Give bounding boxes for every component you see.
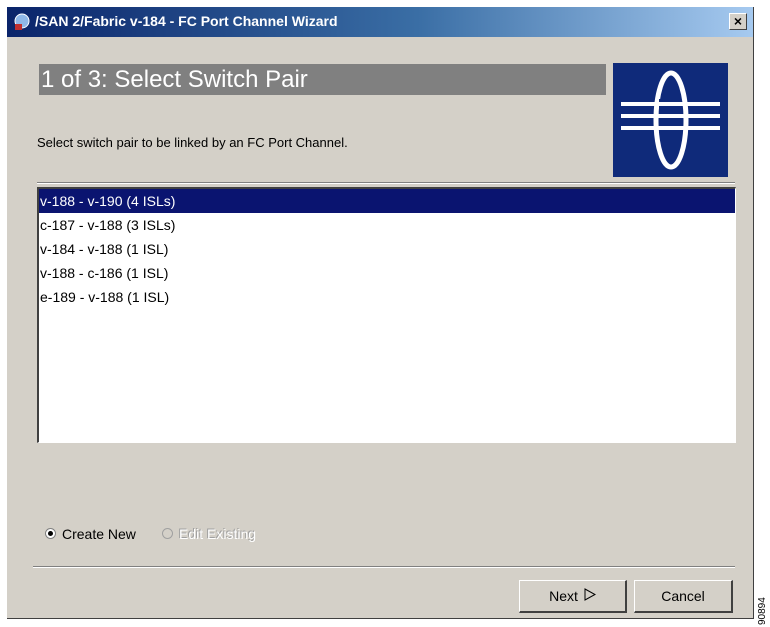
footer-separator	[33, 566, 735, 568]
radio-selected-icon	[45, 528, 56, 539]
cancel-label: Cancel	[661, 588, 705, 604]
edit-existing-label: Edit Existing	[179, 526, 257, 542]
radio-unselected-icon	[162, 528, 173, 539]
switch-pair-item[interactable]: e-189 - v-188 (1 ISL)	[39, 285, 735, 309]
step-title: 1 of 3: Select Switch Pair	[39, 64, 606, 95]
next-arrow-icon	[584, 581, 596, 611]
create-new-label: Create New	[62, 526, 136, 542]
switch-pair-item[interactable]: c-187 - v-188 (3 ISLs)	[39, 213, 735, 237]
close-button[interactable]: ×	[729, 13, 747, 30]
figure-id: 90894	[757, 597, 768, 625]
cancel-button[interactable]: Cancel	[634, 580, 733, 613]
instructions-text: Select switch pair to be linked by an FC…	[37, 135, 348, 150]
switch-pair-item[interactable]: v-184 - v-188 (1 ISL)	[39, 237, 735, 261]
wizard-window: /SAN 2/Fabric v-184 - FC Port Channel Wi…	[7, 7, 754, 619]
switch-pair-item[interactable]: v-188 - v-190 (4 ISLs)	[39, 189, 735, 213]
next-label: Next	[549, 588, 578, 604]
app-icon	[13, 13, 31, 31]
switch-pair-item[interactable]: v-188 - c-186 (1 ISL)	[39, 261, 735, 285]
next-button[interactable]: Next	[519, 580, 627, 613]
header-separator	[37, 182, 735, 184]
port-channel-logo-icon	[613, 63, 728, 177]
window-title: /SAN 2/Fabric v-184 - FC Port Channel Wi…	[35, 13, 338, 29]
title-bar[interactable]: /SAN 2/Fabric v-184 - FC Port Channel Wi…	[7, 7, 753, 37]
switch-pair-list[interactable]: v-188 - v-190 (4 ISLs) c-187 - v-188 (3 …	[37, 187, 736, 443]
close-icon: ×	[733, 13, 743, 29]
